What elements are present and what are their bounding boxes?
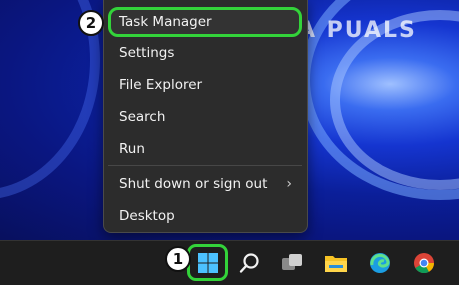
menu-item-search[interactable]: Search bbox=[108, 102, 302, 132]
menu-item-file-explorer[interactable]: File Explorer bbox=[108, 70, 302, 100]
menu-divider bbox=[108, 165, 302, 166]
step-2-badge: 2 bbox=[78, 10, 104, 36]
file-explorer-icon[interactable] bbox=[320, 247, 352, 279]
search-icon[interactable] bbox=[234, 247, 266, 279]
menu-item-label: Run bbox=[119, 141, 145, 157]
windows-start-icon[interactable] bbox=[192, 247, 224, 279]
appuals-watermark: A PUALS bbox=[298, 18, 417, 43]
step-1-badge: 1 bbox=[165, 246, 191, 272]
menu-item-label: File Explorer bbox=[119, 77, 203, 93]
menu-item-label: Shut down or sign out bbox=[119, 176, 268, 192]
task-view-icon[interactable] bbox=[276, 247, 308, 279]
menu-item-label: Task Manager bbox=[119, 14, 212, 30]
menu-item-settings[interactable]: Settings bbox=[108, 38, 302, 68]
menu-item-label: Settings bbox=[119, 45, 175, 61]
taskbar bbox=[0, 240, 459, 285]
menu-item-task-manager[interactable]: Task Manager bbox=[108, 7, 302, 37]
edge-icon[interactable] bbox=[364, 247, 396, 279]
menu-item-shut-down[interactable]: Shut down or sign out › bbox=[108, 169, 302, 199]
menu-item-label: Search bbox=[119, 109, 166, 125]
start-context-menu: Task Manager Settings File Explorer Sear… bbox=[103, 0, 308, 233]
chrome-icon[interactable] bbox=[408, 247, 440, 279]
menu-item-run[interactable]: Run bbox=[108, 134, 302, 164]
chevron-right-icon: › bbox=[286, 176, 292, 192]
menu-item-desktop[interactable]: Desktop bbox=[108, 201, 302, 231]
menu-item-label: Desktop bbox=[119, 208, 175, 224]
